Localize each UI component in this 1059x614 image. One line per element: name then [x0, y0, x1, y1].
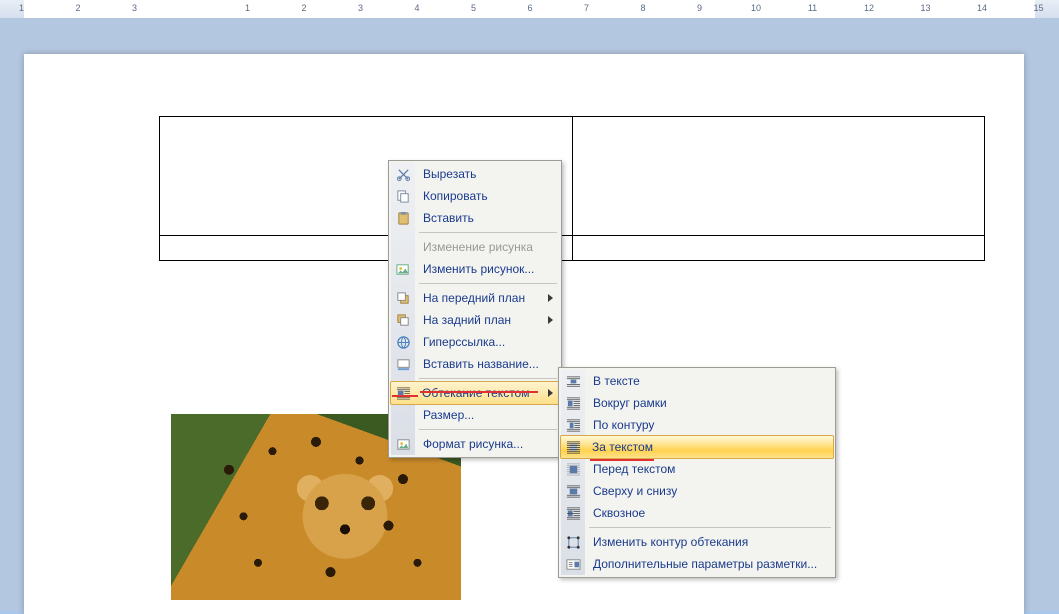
wrap-through-icon	[561, 502, 585, 524]
hyperlink-icon	[391, 331, 415, 353]
menu-label: Размер...	[423, 408, 474, 422]
submenu-item-top-bottom[interactable]: Сверху и снизу	[561, 480, 833, 502]
menu-item-bring-front[interactable]: На передний план	[391, 287, 559, 309]
format-picture-icon	[391, 433, 415, 455]
menu-item-insert-caption[interactable]: Вставить название...	[391, 353, 559, 375]
menu-label: Дополнительные параметры разметки...	[593, 557, 817, 571]
menu-label: Гиперссылка...	[423, 335, 505, 349]
document-table[interactable]	[159, 116, 985, 261]
menu-item-paste[interactable]: Вставить	[391, 207, 559, 229]
menu-label: Вставить название...	[423, 357, 539, 371]
ruler-number: 2	[289, 3, 319, 13]
menu-item-hyperlink[interactable]: Гиперссылка...	[391, 331, 559, 353]
ruler-number: 13	[911, 3, 941, 13]
menu-separator	[419, 283, 557, 284]
menu-item-change-picture[interactable]: Изменить рисунок...	[391, 258, 559, 280]
wrap-square-icon	[561, 392, 585, 414]
wrap-inline-icon	[561, 370, 585, 392]
ruler-number: 3	[346, 3, 376, 13]
ruler-number: 1	[233, 3, 263, 13]
annotation-underline	[392, 395, 418, 397]
ruler-number: 12	[854, 3, 884, 13]
ruler-number: 1	[7, 3, 37, 13]
table-cell[interactable]	[572, 236, 985, 261]
bring-front-icon	[391, 287, 415, 309]
menu-separator	[419, 378, 557, 379]
change-picture-icon	[391, 258, 415, 280]
submenu-arrow-icon	[548, 316, 553, 324]
menu-separator	[419, 429, 557, 430]
ruler-number: 4	[402, 3, 432, 13]
menu-label: Вырезать	[423, 167, 476, 181]
menu-label: Перед текстом	[593, 462, 675, 476]
submenu-arrow-icon	[548, 389, 553, 397]
menu-label: За текстом	[592, 440, 653, 454]
menu-label: Изменить рисунок...	[423, 262, 534, 276]
menu-item-text-wrapping[interactable]: Обтекание текстом	[390, 381, 560, 405]
ruler-number: 5	[459, 3, 489, 13]
menu-label: Сквозное	[593, 506, 645, 520]
menu-label: Копировать	[423, 189, 488, 203]
submenu-item-edit-wrap-points[interactable]: Изменить контур обтекания	[561, 531, 833, 553]
submenu-item-front-text[interactable]: Перед текстом	[561, 458, 833, 480]
menu-item-cut[interactable]: Вырезать	[391, 163, 559, 185]
wrap-front-icon	[561, 458, 585, 480]
wrap-topbottom-icon	[561, 480, 585, 502]
ruler-number: 10	[741, 3, 771, 13]
menu-item-format-picture[interactable]: Формат рисунка...	[391, 433, 559, 455]
ruler-number: 14	[967, 3, 997, 13]
ruler-number: 8	[628, 3, 658, 13]
menu-label: Вставить	[423, 211, 474, 225]
more-layout-icon	[561, 553, 585, 575]
menu-label: По контуру	[593, 418, 654, 432]
text-wrapping-submenu: В тексте Вокруг рамки По контуру За текс…	[558, 367, 836, 578]
picture-context-menu: Вырезать Копировать Вставить Изменение р…	[388, 160, 562, 458]
menu-separator	[589, 527, 831, 528]
menu-label: На задний план	[423, 313, 511, 327]
text-wrap-icon	[391, 382, 415, 404]
scissors-icon	[391, 163, 415, 185]
menu-item-size[interactable]: Размер...	[391, 404, 559, 426]
menu-item-send-back[interactable]: На задний план	[391, 309, 559, 331]
menu-label: Изменить контур обтекания	[593, 535, 748, 549]
caption-icon	[391, 353, 415, 375]
send-back-icon	[391, 309, 415, 331]
table-cell[interactable]	[572, 117, 985, 236]
submenu-arrow-icon	[548, 294, 553, 302]
ruler-number: 6	[515, 3, 545, 13]
ruler-number: 2	[63, 3, 93, 13]
submenu-item-behind-text[interactable]: За текстом	[560, 435, 834, 459]
copy-icon	[391, 185, 415, 207]
menu-separator	[419, 232, 557, 233]
menu-label: Формат рисунка...	[423, 437, 523, 451]
paste-icon	[391, 207, 415, 229]
submenu-item-through[interactable]: Сквозное	[561, 502, 833, 524]
ruler-number: 7	[572, 3, 602, 13]
ruler-number: 9	[685, 3, 715, 13]
submenu-item-inline[interactable]: В тексте	[561, 370, 833, 392]
menu-label: Обтекание текстом	[422, 386, 529, 400]
annotation-underline	[590, 459, 654, 461]
annotation-underline	[420, 391, 538, 393]
menu-label: Сверху и снизу	[593, 484, 677, 498]
menu-item-copy[interactable]: Копировать	[391, 185, 559, 207]
menu-label: На передний план	[423, 291, 525, 305]
horizontal-ruler[interactable]: 3211234567891011121314151617	[0, 0, 1059, 19]
edit-wrap-icon	[561, 531, 585, 553]
wrap-behind-icon	[561, 436, 585, 458]
menu-label: В тексте	[593, 374, 640, 388]
ruler-number: 3	[120, 3, 150, 13]
submenu-item-more-layout[interactable]: Дополнительные параметры разметки...	[561, 553, 833, 575]
menu-label: Изменение рисунка	[423, 240, 533, 254]
ruler-number: 15	[1024, 3, 1054, 13]
submenu-item-tight[interactable]: По контуру	[561, 414, 833, 436]
wrap-tight-icon	[561, 414, 585, 436]
ruler-number: 11	[798, 3, 828, 13]
menu-item-edit-image: Изменение рисунка	[391, 236, 559, 258]
submenu-item-square[interactable]: Вокруг рамки	[561, 392, 833, 414]
menu-label: Вокруг рамки	[593, 396, 667, 410]
